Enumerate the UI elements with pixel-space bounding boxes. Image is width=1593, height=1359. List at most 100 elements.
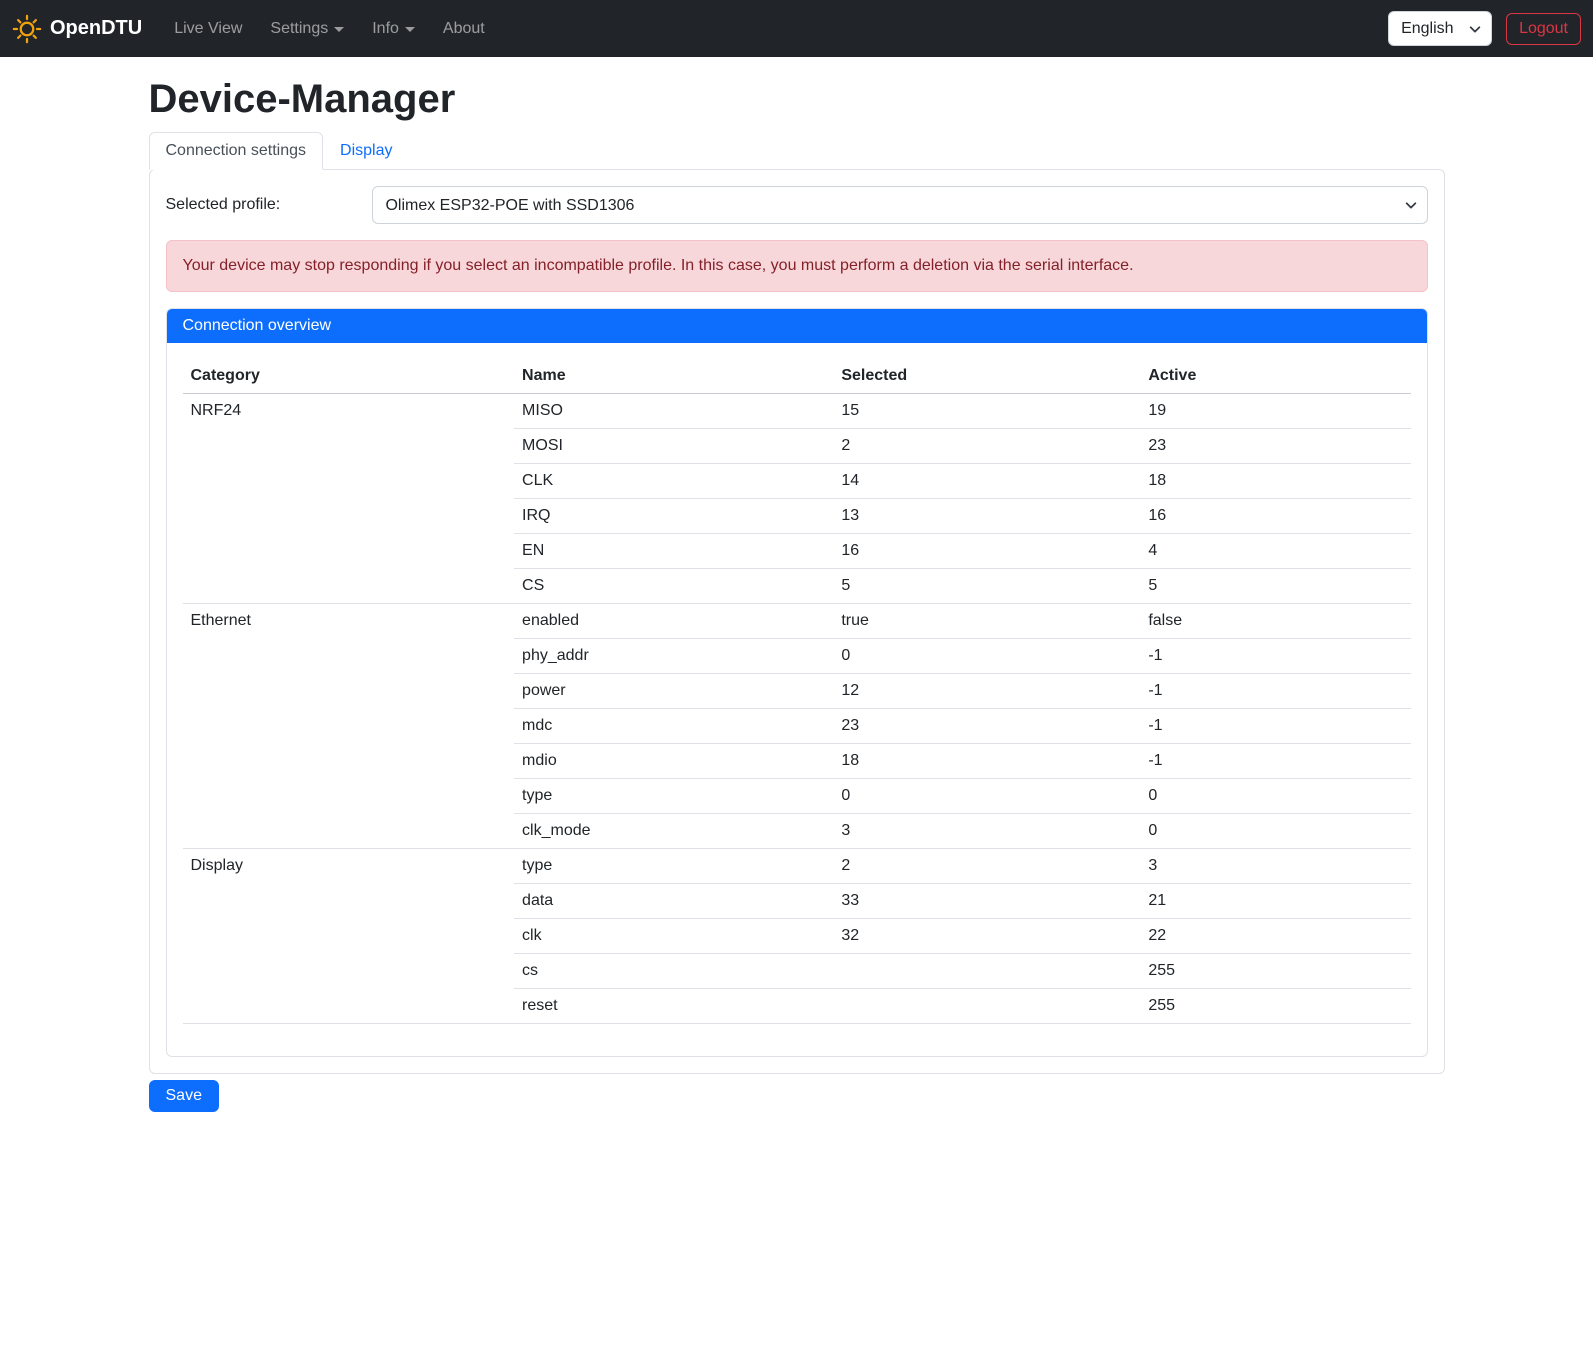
tab-connection-settings[interactable]: Connection settings: [149, 132, 324, 170]
name-cell: MISO: [514, 394, 833, 429]
brand-label: OpenDTU: [50, 17, 142, 40]
active-cell: 18: [1140, 464, 1410, 499]
category-cell: Ethernet: [183, 604, 515, 849]
navbar-left: OpenDTU Live View Settings Info About: [12, 12, 499, 46]
selected-cell: [833, 954, 1140, 989]
active-cell: -1: [1140, 709, 1410, 744]
column-header-selected: Selected: [833, 359, 1140, 394]
tab-bar: Connection settings Display: [149, 132, 1445, 169]
nav-item-label: Live View: [174, 20, 242, 38]
active-cell: 5: [1140, 569, 1410, 604]
page-title: Device-Manager: [149, 77, 1445, 122]
name-cell: type: [514, 779, 833, 814]
save-button[interactable]: Save: [149, 1080, 219, 1112]
profile-row: Selected profile: Olimex ESP32-POE with …: [166, 186, 1428, 224]
profile-select-wrap: Olimex ESP32-POE with SSD1306: [372, 186, 1427, 224]
connection-overview-body: Category Name Selected Active NRF24MISO1…: [167, 343, 1427, 1056]
nav-item-settings[interactable]: Settings: [270, 12, 344, 46]
active-cell: false: [1140, 604, 1410, 639]
category-cell: Display: [183, 849, 515, 1024]
nav-item-about[interactable]: About: [443, 12, 485, 46]
nav-item-label: Info: [372, 20, 399, 38]
navbar-right: English Logout: [1388, 11, 1581, 46]
column-header-name: Name: [514, 359, 833, 394]
selected-cell: true: [833, 604, 1140, 639]
selected-cell: 2: [833, 429, 1140, 464]
selected-cell: 32: [833, 919, 1140, 954]
name-cell: enabled: [514, 604, 833, 639]
active-cell: -1: [1140, 639, 1410, 674]
selected-cell: [833, 989, 1140, 1024]
selected-profile-label: Selected profile:: [166, 196, 373, 214]
name-cell: CLK: [514, 464, 833, 499]
name-cell: type: [514, 849, 833, 884]
name-cell: clk: [514, 919, 833, 954]
active-cell: 3: [1140, 849, 1410, 884]
connection-overview-card: Connection overview Category Name Select…: [166, 308, 1428, 1057]
selected-cell: 16: [833, 534, 1140, 569]
selected-cell: 13: [833, 499, 1140, 534]
active-cell: -1: [1140, 674, 1410, 709]
selected-cell: 3: [833, 814, 1140, 849]
name-cell: clk_mode: [514, 814, 833, 849]
active-cell: 22: [1140, 919, 1410, 954]
name-cell: IRQ: [514, 499, 833, 534]
selected-cell: 23: [833, 709, 1140, 744]
name-cell: reset: [514, 989, 833, 1024]
active-cell: 16: [1140, 499, 1410, 534]
nav-item-label: Settings: [270, 20, 328, 38]
active-cell: 255: [1140, 954, 1410, 989]
category-cell: NRF24: [183, 394, 515, 604]
language-select-wrap: English: [1388, 11, 1492, 46]
name-cell: MOSI: [514, 429, 833, 464]
name-cell: EN: [514, 534, 833, 569]
name-cell: power: [514, 674, 833, 709]
table-row: NRF24MISO1519: [183, 394, 1411, 429]
selected-cell: 2: [833, 849, 1140, 884]
selected-cell: 12: [833, 674, 1140, 709]
caret-down-icon: [405, 27, 415, 32]
brand-link[interactable]: OpenDTU: [12, 14, 142, 44]
name-cell: CS: [514, 569, 833, 604]
name-cell: mdio: [514, 744, 833, 779]
nav-menu: Live View Settings Info About: [160, 12, 499, 46]
active-cell: -1: [1140, 744, 1410, 779]
selected-cell: 14: [833, 464, 1140, 499]
selected-cell: 15: [833, 394, 1140, 429]
tab-display[interactable]: Display: [323, 132, 409, 170]
selected-cell: 5: [833, 569, 1140, 604]
sun-logo-icon: [12, 14, 42, 44]
column-header-category: Category: [183, 359, 515, 394]
active-cell: 255: [1140, 989, 1410, 1024]
connection-overview-header: Connection overview: [167, 309, 1427, 343]
nav-item-live-view[interactable]: Live View: [174, 12, 242, 46]
navbar: OpenDTU Live View Settings Info About Engli…: [0, 0, 1593, 57]
selected-cell: 0: [833, 639, 1140, 674]
connection-overview-table: Category Name Selected Active NRF24MISO1…: [183, 359, 1411, 1024]
selected-cell: 33: [833, 884, 1140, 919]
column-header-active: Active: [1140, 359, 1410, 394]
selected-cell: 0: [833, 779, 1140, 814]
active-cell: 21: [1140, 884, 1410, 919]
name-cell: data: [514, 884, 833, 919]
table-row: Ethernetenabledtruefalse: [183, 604, 1411, 639]
caret-down-icon: [334, 27, 344, 32]
nav-item-info[interactable]: Info: [372, 12, 415, 46]
nav-item-label: About: [443, 20, 485, 38]
name-cell: phy_addr: [514, 639, 833, 674]
logout-button[interactable]: Logout: [1506, 13, 1581, 45]
language-select[interactable]: English: [1388, 11, 1492, 46]
profile-select[interactable]: Olimex ESP32-POE with SSD1306: [372, 186, 1427, 224]
name-cell: mdc: [514, 709, 833, 744]
name-cell: cs: [514, 954, 833, 989]
active-cell: 0: [1140, 779, 1410, 814]
tab-content-card: Selected profile: Olimex ESP32-POE with …: [149, 169, 1445, 1074]
active-cell: 23: [1140, 429, 1410, 464]
incompatible-profile-warning: Your device may stop responding if you s…: [166, 240, 1428, 292]
active-cell: 4: [1140, 534, 1410, 569]
active-cell: 0: [1140, 814, 1410, 849]
table-header-row: Category Name Selected Active: [183, 359, 1411, 394]
active-cell: 19: [1140, 394, 1410, 429]
table-row: Displaytype23: [183, 849, 1411, 884]
main-container: Device-Manager Connection settings Displ…: [137, 77, 1457, 1112]
